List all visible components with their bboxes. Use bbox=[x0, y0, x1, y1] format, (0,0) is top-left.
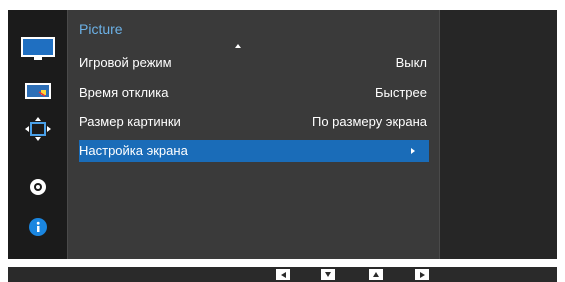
resize-icon[interactable] bbox=[8, 114, 67, 144]
submenu-arrow-icon bbox=[411, 148, 415, 154]
arrow-up-icon[interactable] bbox=[369, 269, 383, 280]
menu-item-label: Время отклика bbox=[79, 85, 169, 100]
sidebar bbox=[8, 10, 67, 259]
menu-item-label: Настройка экрана bbox=[79, 143, 188, 158]
arrow-left-icon[interactable] bbox=[276, 269, 290, 280]
menu-item-label: Игровой режим bbox=[79, 55, 172, 70]
menu-item-screen-adjustment[interactable]: Настройка экрана bbox=[79, 140, 429, 162]
menu-title: Picture bbox=[79, 21, 123, 37]
picture-menu-panel: Picture Игровой режим Выкл Время отклика… bbox=[67, 10, 440, 259]
color-icon[interactable] bbox=[8, 76, 67, 106]
menu-item-picture-size[interactable]: Размер картинки По размеру экрана bbox=[79, 111, 429, 133]
scroll-up-indicator-icon bbox=[235, 44, 241, 48]
arrow-down-icon[interactable] bbox=[321, 269, 335, 280]
arrow-right-icon[interactable] bbox=[415, 269, 429, 280]
monitor-picture-icon[interactable] bbox=[8, 34, 67, 64]
info-icon[interactable] bbox=[8, 212, 67, 242]
menu-item-value: По размеру экрана bbox=[311, 114, 427, 129]
menu-item-label: Размер картинки bbox=[79, 114, 181, 129]
menu-item-game-mode[interactable]: Игровой режим Выкл bbox=[79, 52, 429, 74]
menu-item-response-time[interactable]: Время отклика Быстрее bbox=[79, 82, 429, 104]
gear-icon[interactable] bbox=[8, 172, 67, 202]
menu-item-value: Быстрее bbox=[374, 85, 427, 100]
menu-item-value: Выкл bbox=[395, 55, 427, 70]
